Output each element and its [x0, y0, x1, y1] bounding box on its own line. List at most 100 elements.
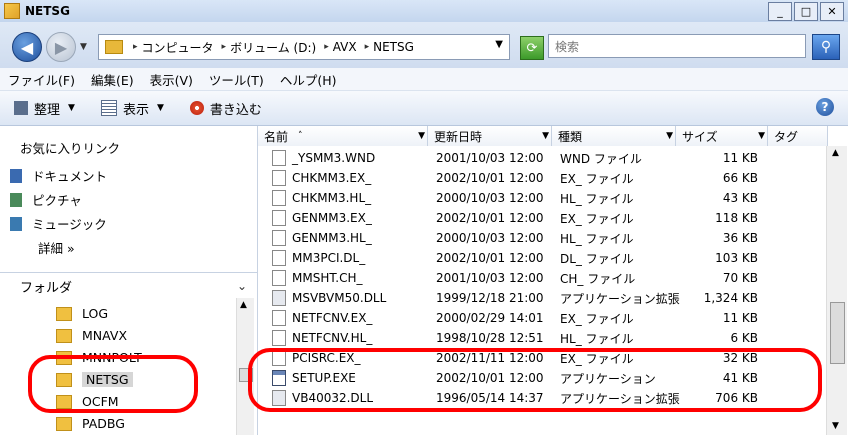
file-size: 43 KB	[722, 191, 758, 205]
column-header-name[interactable]: 名前 ˄ ▼	[258, 126, 428, 146]
menu-edit[interactable]: 編集(E)	[83, 70, 142, 89]
folder-icon	[56, 372, 72, 387]
help-icon[interactable]: ?	[816, 98, 834, 116]
tree-folder-netsg[interactable]: NETSG	[56, 372, 133, 387]
breadcrumb-arrow-icon[interactable]: ▸	[324, 42, 329, 52]
scroll-up-icon[interactable]: ▲	[240, 300, 247, 310]
views-button[interactable]: 表示 ▼	[100, 99, 164, 118]
address-bar[interactable]: ▸ コンピュータ ▸ ボリューム (D:) ▸ AVX ▸ NETSG ▼	[98, 34, 510, 60]
menu-tools[interactable]: ツール(T)	[201, 70, 272, 89]
file-row[interactable]: CHKMM3.EX_ 2002/10/01 12:00 EX_ ファイル 66 …	[258, 168, 828, 188]
file-type: WND ファイル	[560, 151, 642, 166]
organize-button[interactable]: 整理 ▼	[14, 99, 75, 118]
breadcrumb-netsg[interactable]: NETSG	[373, 40, 414, 54]
file-type: CH_ ファイル	[560, 271, 636, 286]
minimize-button[interactable]: _	[768, 2, 792, 21]
file-list-scrollbar[interactable]: ▲ ▼	[826, 146, 847, 435]
file-name: NETFCNV.EX_	[292, 311, 373, 325]
file-row[interactable]: NETFCNV.HL_ 1998/10/28 12:51 HL_ ファイル 6 …	[258, 328, 828, 348]
file-name: _YSMM3.WND	[292, 151, 376, 165]
tree-folder-label: PADBG	[82, 416, 125, 431]
file-list-pane: 名前 ˄ ▼ 更新日時 ▼ 種類 ▼ サイズ ▼ タグ _YSMM3.WND 2…	[258, 126, 848, 435]
scroll-thumb[interactable]	[830, 302, 845, 364]
recent-pages-dropdown-icon[interactable]: ▼	[80, 42, 87, 52]
column-label: タグ	[774, 129, 799, 144]
scroll-thumb[interactable]	[239, 368, 253, 382]
forward-button[interactable]: ▶	[46, 32, 76, 62]
file-date: 2000/10/03 12:00	[436, 231, 544, 245]
folders-header[interactable]: フォルダ ⌄	[0, 272, 257, 299]
file-icon	[272, 170, 286, 186]
column-dropdown-icon[interactable]: ▼	[758, 131, 765, 141]
favorite-links-heading: お気に入りリンク	[20, 141, 121, 156]
views-icon	[100, 100, 117, 116]
column-header-tags[interactable]: タグ	[768, 126, 828, 146]
address-dropdown-icon[interactable]: ▼	[495, 39, 503, 50]
scroll-down-icon[interactable]: ▼	[832, 421, 839, 431]
column-header-type[interactable]: 種類 ▼	[552, 126, 676, 146]
file-type: アプリケーション拡張	[560, 291, 680, 306]
file-icon	[272, 150, 286, 166]
file-row[interactable]: PCISRC.EX_ 2002/11/11 12:00 EX_ ファイル 32 …	[258, 348, 828, 368]
favorite-music[interactable]: ミュージック	[10, 214, 107, 233]
tree-folder-log[interactable]: LOG	[56, 306, 108, 321]
search-button[interactable]: ⚲	[812, 34, 840, 60]
file-row[interactable]: MSVBVM50.DLL 1999/12/18 21:00 アプリケーション拡張…	[258, 288, 828, 308]
tree-folder-mnnpolt[interactable]: MNNPOLT	[56, 350, 142, 365]
menu-view[interactable]: 表示(V)	[142, 70, 201, 89]
file-size: 70 KB	[722, 271, 758, 285]
burn-button[interactable]: 書き込む	[189, 99, 262, 118]
menu-file[interactable]: ファイル(F)	[0, 70, 83, 89]
file-row[interactable]: NETFCNV.EX_ 2000/02/29 14:01 EX_ ファイル 11…	[258, 308, 828, 328]
tree-folder-label: MNAVX	[82, 328, 128, 343]
more-links[interactable]: 詳細 »	[38, 238, 75, 257]
column-header-size[interactable]: サイズ ▼	[676, 126, 768, 146]
maximize-button[interactable]: □	[794, 2, 818, 21]
file-row[interactable]: MMSHT.CH_ 2001/10/03 12:00 CH_ ファイル 70 K…	[258, 268, 828, 288]
breadcrumb-volume[interactable]: ボリューム (D:)	[230, 39, 316, 56]
favorite-label: ピクチャ	[32, 193, 82, 208]
file-row[interactable]: MM3PCI.DL_ 2002/10/01 12:00 DL_ ファイル 103…	[258, 248, 828, 268]
breadcrumb-arrow-icon[interactable]: ▸	[365, 42, 370, 52]
folder-tree-scrollbar[interactable]: ▲	[236, 298, 254, 435]
close-button[interactable]: ✕	[820, 2, 844, 21]
column-dropdown-icon[interactable]: ▼	[666, 131, 673, 141]
burn-label: 書き込む	[209, 102, 262, 118]
file-size: 103 KB	[715, 251, 758, 265]
column-header-date[interactable]: 更新日時 ▼	[428, 126, 552, 146]
file-icon	[272, 350, 286, 366]
file-row[interactable]: _YSMM3.WND 2001/10/03 12:00 WND ファイル 11 …	[258, 148, 828, 168]
file-row[interactable]: SETUP.EXE 2002/10/01 12:00 アプリケーション 41 K…	[258, 368, 828, 388]
file-date: 2001/10/03 12:00	[436, 151, 544, 165]
file-size: 66 KB	[722, 171, 758, 185]
breadcrumb-computer[interactable]: コンピュータ	[142, 39, 214, 56]
search-input[interactable]: 検索	[548, 34, 806, 58]
file-row[interactable]: VB40032.DLL 1996/05/14 14:37 アプリケーション拡張 …	[258, 388, 828, 408]
file-icon	[272, 230, 286, 246]
file-row[interactable]: CHKMM3.HL_ 2000/10/03 12:00 HL_ ファイル 43 …	[258, 188, 828, 208]
file-size: 41 KB	[722, 371, 758, 385]
column-dropdown-icon[interactable]: ▼	[542, 131, 549, 141]
column-dropdown-icon[interactable]: ▼	[418, 131, 425, 141]
chevron-down-icon: ⌄	[236, 279, 247, 293]
file-size: 1,324 KB	[703, 291, 758, 305]
window-controls: _ □ ✕	[768, 2, 844, 21]
file-row[interactable]: GENMM3.EX_ 2002/10/01 12:00 EX_ ファイル 118…	[258, 208, 828, 228]
breadcrumb-arrow-icon[interactable]: ▸	[133, 42, 138, 52]
breadcrumb-avx[interactable]: AVX	[333, 40, 357, 54]
favorite-documents[interactable]: ドキュメント	[10, 166, 107, 185]
back-button[interactable]: ◀	[12, 32, 42, 62]
file-date: 2000/02/29 14:01	[436, 311, 544, 325]
refresh-button[interactable]: ⟳	[520, 36, 544, 60]
file-row[interactable]: GENMM3.HL_ 2000/10/03 12:00 HL_ ファイル 36 …	[258, 228, 828, 248]
menu-help[interactable]: ヘルプ(H)	[272, 70, 345, 89]
favorite-pictures[interactable]: ピクチャ	[10, 190, 82, 209]
tree-folder-padbg[interactable]: PADBG	[56, 416, 125, 431]
scroll-up-icon[interactable]: ▲	[832, 148, 839, 158]
column-label: 更新日時	[434, 129, 483, 144]
file-name: GENMM3.HL_	[292, 231, 372, 245]
tree-folder-mnavx[interactable]: MNAVX	[56, 328, 127, 343]
breadcrumb-arrow-icon[interactable]: ▸	[222, 42, 227, 52]
tree-folder-ocfm[interactable]: OCFM	[56, 394, 119, 409]
file-size: 36 KB	[722, 231, 758, 245]
